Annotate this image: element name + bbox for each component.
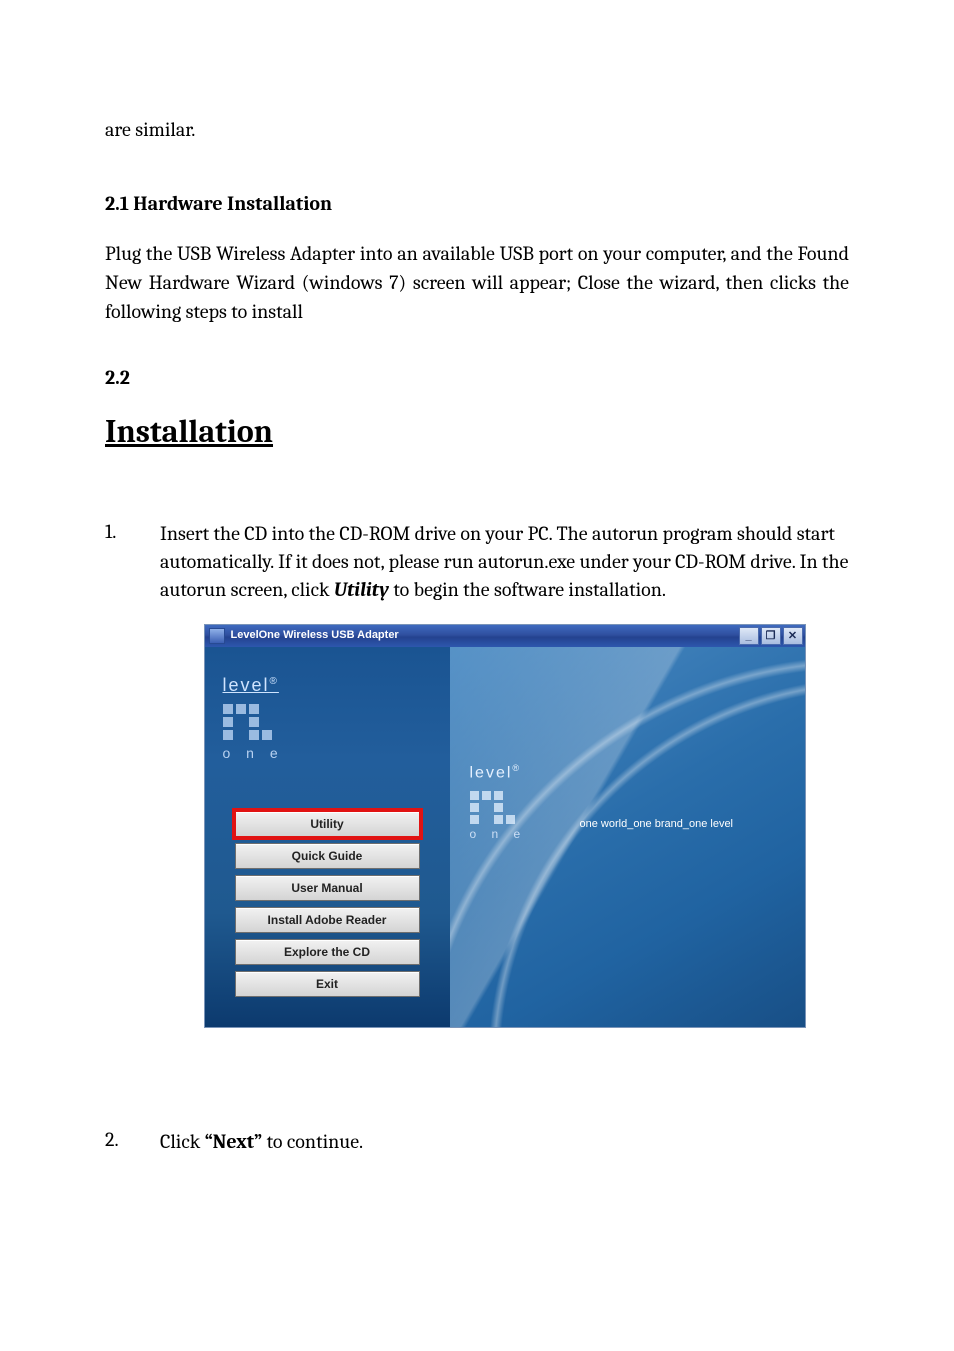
- left-pane: level® o n e Utility: [205, 647, 450, 1027]
- right-pane: level® o n e one world_one brand_one lev…: [450, 647, 805, 1027]
- user-manual-button[interactable]: User Manual: [235, 875, 420, 901]
- window-title: LevelOne Wireless USB Adapter: [231, 628, 739, 643]
- logo-squares-icon: [223, 704, 283, 740]
- section-2-1-head: 2.1 Hardware Installation: [105, 192, 849, 215]
- left-logo: level® o n e: [205, 647, 450, 774]
- close-button[interactable]: ✕: [783, 627, 803, 645]
- intro-fragment: are similar.: [105, 115, 849, 144]
- window-icon: [209, 628, 225, 644]
- right-logo-sub: o n e: [470, 826, 527, 843]
- document-page: are similar. 2.1 Hardware Installation P…: [0, 0, 954, 1351]
- logo-sup: ®: [270, 676, 279, 687]
- right-logo-main: level: [470, 764, 513, 781]
- logo-sub: o n e: [223, 744, 432, 764]
- right-logo: level® o n e: [470, 762, 527, 843]
- step-2-bold-next: “Next”: [205, 1130, 263, 1153]
- menu-area: Utility Quick Guide User Manual Install …: [205, 811, 450, 1027]
- logo-text: level®: [223, 673, 432, 698]
- right-logo-sup: ®: [512, 763, 521, 773]
- step-1-em-utility: Utility: [334, 578, 389, 601]
- step-2-text-post: to continue.: [262, 1130, 363, 1153]
- autorun-window: LevelOne Wireless USB Adapter _ ❐ ✕ leve…: [204, 624, 806, 1028]
- section-2-1-body: Plug the USB Wireless Adapter into an av…: [105, 239, 849, 326]
- step-2-text-pre: Click: [160, 1130, 205, 1153]
- explore-cd-button[interactable]: Explore the CD: [235, 939, 420, 965]
- logo-main: level: [223, 675, 270, 695]
- window-titlebar[interactable]: LevelOne Wireless USB Adapter _ ❐ ✕: [205, 625, 805, 647]
- right-logo-squares-icon: [470, 791, 526, 824]
- maximize-button[interactable]: ❐: [761, 627, 781, 645]
- steps-list: Insert the CD into the CD-ROM drive on y…: [105, 520, 849, 1156]
- utility-button[interactable]: Utility: [235, 811, 420, 837]
- installation-heading: Installation: [105, 413, 849, 450]
- section-2-2-head: 2.2: [105, 366, 849, 389]
- exit-button[interactable]: Exit: [235, 971, 420, 997]
- window-client-area: level® o n e Utility: [205, 647, 805, 1027]
- step-1-text-post: to begin the software installation.: [389, 578, 666, 601]
- step-1: Insert the CD into the CD-ROM drive on y…: [105, 520, 849, 1028]
- tagline: one world_one brand_one level: [580, 817, 734, 832]
- install-adobe-reader-button[interactable]: Install Adobe Reader: [235, 907, 420, 933]
- quick-guide-button[interactable]: Quick Guide: [235, 843, 420, 869]
- minimize-button[interactable]: _: [739, 627, 759, 645]
- step-2: Click “Next” to continue.: [105, 1128, 849, 1156]
- window-controls: _ ❐ ✕: [739, 627, 803, 645]
